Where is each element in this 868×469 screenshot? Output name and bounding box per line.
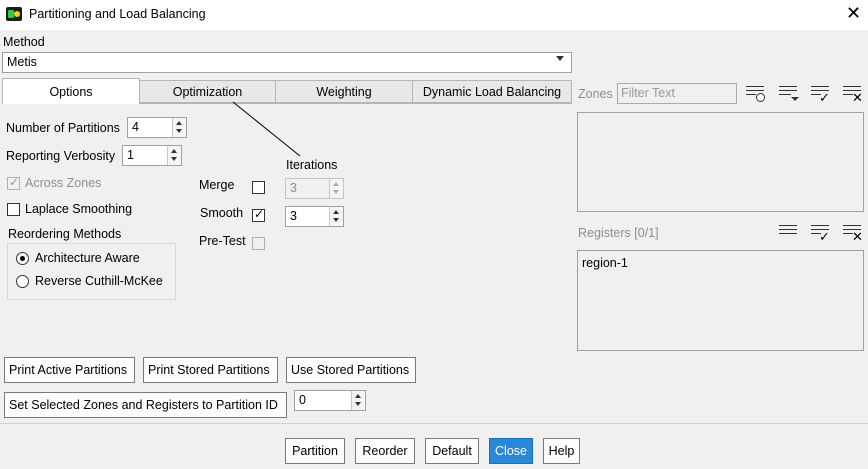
partition-id-value: 0: [299, 393, 306, 407]
select-all-icon[interactable]: ✓: [808, 82, 832, 105]
use-stored-partitions-button[interactable]: Use Stored Partitions: [286, 357, 416, 383]
stepper-arrows-icon[interactable]: [167, 146, 181, 165]
method-label: Method: [3, 35, 45, 49]
registers-count: [0/1]: [634, 226, 659, 240]
num-partitions-label: Number of Partitions: [6, 121, 120, 135]
print-active-partitions-button[interactable]: Print Active Partitions: [4, 357, 135, 383]
across-zones-label: Across Zones: [25, 176, 102, 190]
num-partitions-stepper[interactable]: 4: [127, 117, 187, 138]
laplace-smoothing-label: Laplace Smoothing: [25, 202, 133, 216]
partition-id-stepper[interactable]: 0: [294, 390, 366, 411]
close-icon[interactable]: ✕: [846, 4, 861, 22]
tab-dynamic-load-balancing[interactable]: Dynamic Load Balancing: [412, 80, 572, 103]
select-all-icon[interactable]: ✓: [808, 221, 832, 244]
iterations-label: Iterations: [286, 158, 338, 172]
merge-iterations-stepper[interactable]: 3: [285, 178, 344, 199]
zones-filter-input[interactable]: Filter Text: [617, 83, 737, 104]
print-stored-partitions-button[interactable]: Print Stored Partitions: [143, 357, 278, 383]
reorder-button[interactable]: Reorder: [355, 438, 415, 464]
default-button[interactable]: Default: [425, 438, 479, 464]
smooth-iterations-stepper[interactable]: 3: [285, 206, 344, 227]
zones-list[interactable]: [577, 112, 864, 212]
reordering-methods-label: Reordering Methods: [8, 227, 122, 241]
deselect-all-icon[interactable]: ✕: [840, 82, 864, 105]
annotation-line: [232, 101, 301, 157]
tab-options[interactable]: Options: [2, 78, 140, 104]
num-partitions-value: 4: [132, 120, 139, 134]
pretest-checkbox[interactable]: [252, 237, 265, 250]
architecture-aware-radio[interactable]: [16, 252, 29, 265]
reverse-cuthill-mckee-label: Reverse Cuthill-McKee: [35, 274, 163, 288]
method-dropdown[interactable]: Metis: [2, 52, 572, 73]
across-zones-checkbox[interactable]: [7, 175, 20, 190]
list-dropdown-icon[interactable]: [776, 82, 800, 104]
smooth-checkbox[interactable]: [252, 207, 265, 222]
list-item[interactable]: region-1: [582, 256, 628, 270]
architecture-aware-label: Architecture Aware: [35, 251, 140, 265]
footer-separator: [0, 423, 868, 424]
stepper-arrows-icon[interactable]: [329, 207, 343, 226]
help-button[interactable]: Help: [543, 438, 580, 464]
list-menu-icon[interactable]: [776, 221, 800, 243]
registers-title: Registers: [578, 226, 631, 240]
stepper-arrows-icon[interactable]: [351, 391, 365, 410]
deselect-all-icon[interactable]: ✕: [840, 221, 864, 244]
verbosity-value: 1: [127, 148, 134, 162]
registers-label: Registers [0/1]: [578, 226, 659, 240]
merge-checkbox[interactable]: [252, 181, 265, 194]
verbosity-label: Reporting Verbosity: [6, 149, 116, 163]
set-selected-zones-button[interactable]: Set Selected Zones and Registers to Part…: [4, 392, 287, 418]
zones-label: Zones: [578, 87, 613, 101]
merge-iterations-value: 3: [290, 181, 297, 195]
method-value: Metis: [7, 55, 37, 69]
app-icon: [6, 7, 22, 21]
close-button[interactable]: Close: [489, 438, 533, 464]
stepper-arrows-icon[interactable]: [329, 179, 343, 198]
new-list-icon[interactable]: [743, 82, 767, 104]
merge-label: Merge: [199, 178, 235, 192]
stepper-arrows-icon[interactable]: [172, 118, 186, 137]
registers-list[interactable]: region-1: [577, 250, 864, 351]
laplace-smoothing-checkbox[interactable]: [7, 203, 20, 216]
reverse-cuthill-mckee-radio[interactable]: [16, 275, 29, 288]
tab-panel-border: [140, 103, 572, 104]
chevron-down-icon: [556, 56, 564, 61]
window-title: Partitioning and Load Balancing: [29, 7, 206, 21]
smooth-label: Smooth: [200, 206, 244, 220]
verbosity-stepper[interactable]: 1: [122, 145, 182, 166]
smooth-iterations-value: 3: [290, 209, 297, 223]
pretest-label: Pre-Test: [199, 234, 246, 248]
partition-button[interactable]: Partition: [285, 438, 345, 464]
